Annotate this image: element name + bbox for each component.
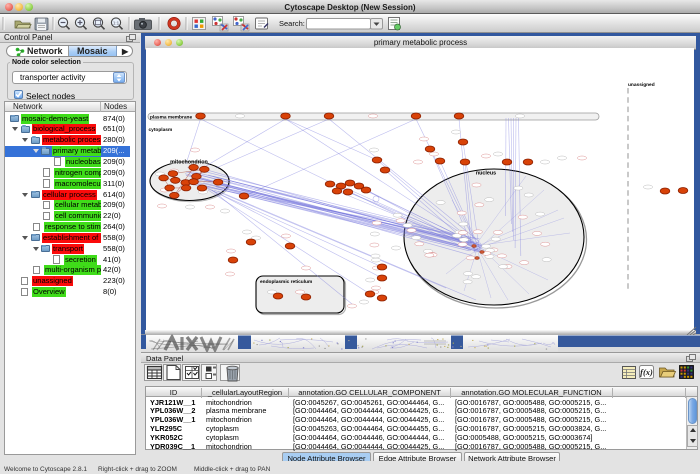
svg-text:mitochondrion: mitochondrion (170, 160, 208, 166)
svg-text:1:1: 1:1 (113, 20, 120, 25)
svg-text:Search:: Search: (279, 19, 305, 28)
svg-text:endoplasmic reticulum: endoplasmic reticulum (260, 279, 312, 285)
svg-text:f(x): f(x) (640, 367, 653, 377)
svg-text:nucleus: nucleus (476, 171, 496, 177)
svg-text:unassigned: unassigned (628, 82, 655, 88)
svg-text:plasma membrane: plasma membrane (150, 114, 192, 120)
svg-text:cytoplasm: cytoplasm (149, 127, 173, 133)
